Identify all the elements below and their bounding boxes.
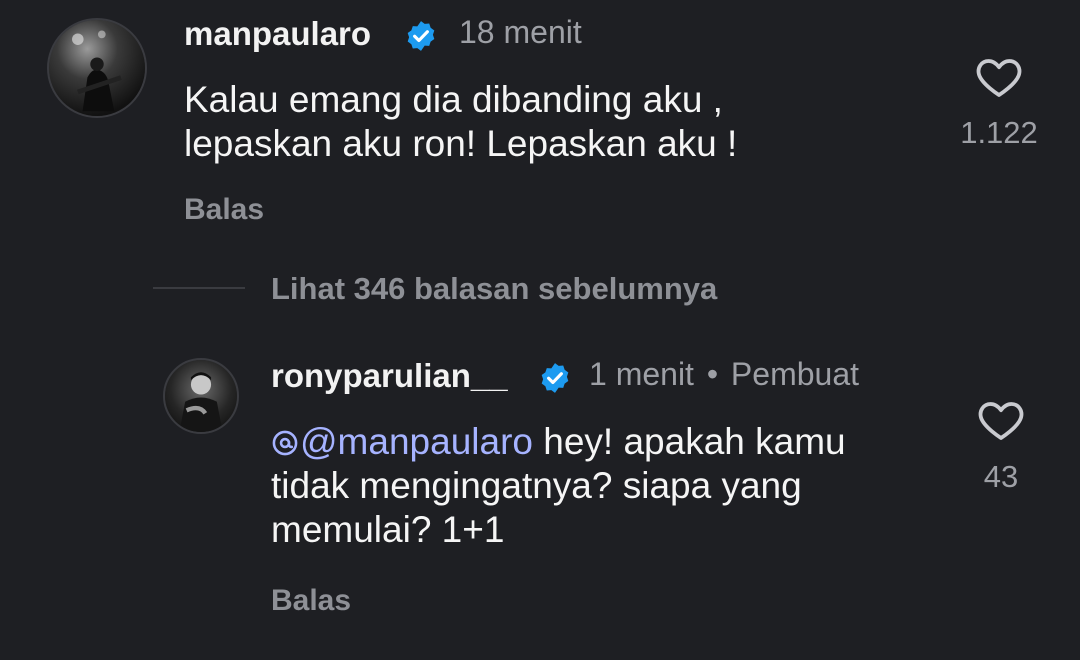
verified-badge-icon (407, 21, 435, 51)
reply-text-line: tidak mengingatnya? siapa yang (271, 465, 802, 506)
comment-timestamp: 18 menit (459, 14, 582, 50)
heart-icon[interactable] (975, 54, 1023, 98)
verified-badge-icon (541, 363, 569, 393)
heart-icon[interactable] (977, 397, 1025, 441)
creator-badge: Pembuat (730, 356, 859, 392)
view-previous-replies-button[interactable]: Lihat 346 balasan sebelumnya (271, 271, 717, 307)
reply-button[interactable]: Balas (271, 584, 351, 618)
reply-text-segment: hey! apakah kamu (532, 421, 846, 462)
comment-username[interactable]: manpaularo (184, 15, 371, 53)
comment-text-line: lepaskan aku ron! Lepaskan aku ! (184, 123, 738, 164)
avatar[interactable] (47, 18, 147, 118)
reply-meta: 1 menit • Pembuat (589, 356, 859, 393)
mention-text: @manpaularo (300, 421, 533, 462)
like-count: 1.122 (960, 115, 1038, 150)
reply-button[interactable]: Balas (184, 193, 264, 227)
like-count: 43 (983, 459, 1019, 494)
avatar-image (49, 20, 145, 116)
threads-icon (272, 430, 298, 456)
comment-text-line: Kalau emang dia dibanding aku , (184, 79, 723, 120)
reply-timestamp: 1 menit (589, 356, 694, 392)
reply-avatar[interactable] (163, 358, 239, 434)
reply-username[interactable]: ronyparulian__ (271, 357, 508, 395)
mention-link[interactable]: @manpaularo (271, 421, 533, 462)
reply-avatar-image (165, 360, 237, 432)
reply-text-line: @manpaularo hey! apakah kamu (271, 420, 846, 464)
reply-text: @manpaularo hey! apakah kamu tidak mengi… (271, 420, 846, 552)
comment-text: Kalau emang dia dibanding aku , lepaskan… (184, 78, 737, 166)
replies-divider (153, 287, 245, 289)
meta-separator: • (706, 356, 719, 392)
comments-page: manpaularo 18 menit Kalau emang dia diba… (0, 0, 1080, 660)
reply-text-line: memulai? 1+1 (271, 509, 505, 550)
